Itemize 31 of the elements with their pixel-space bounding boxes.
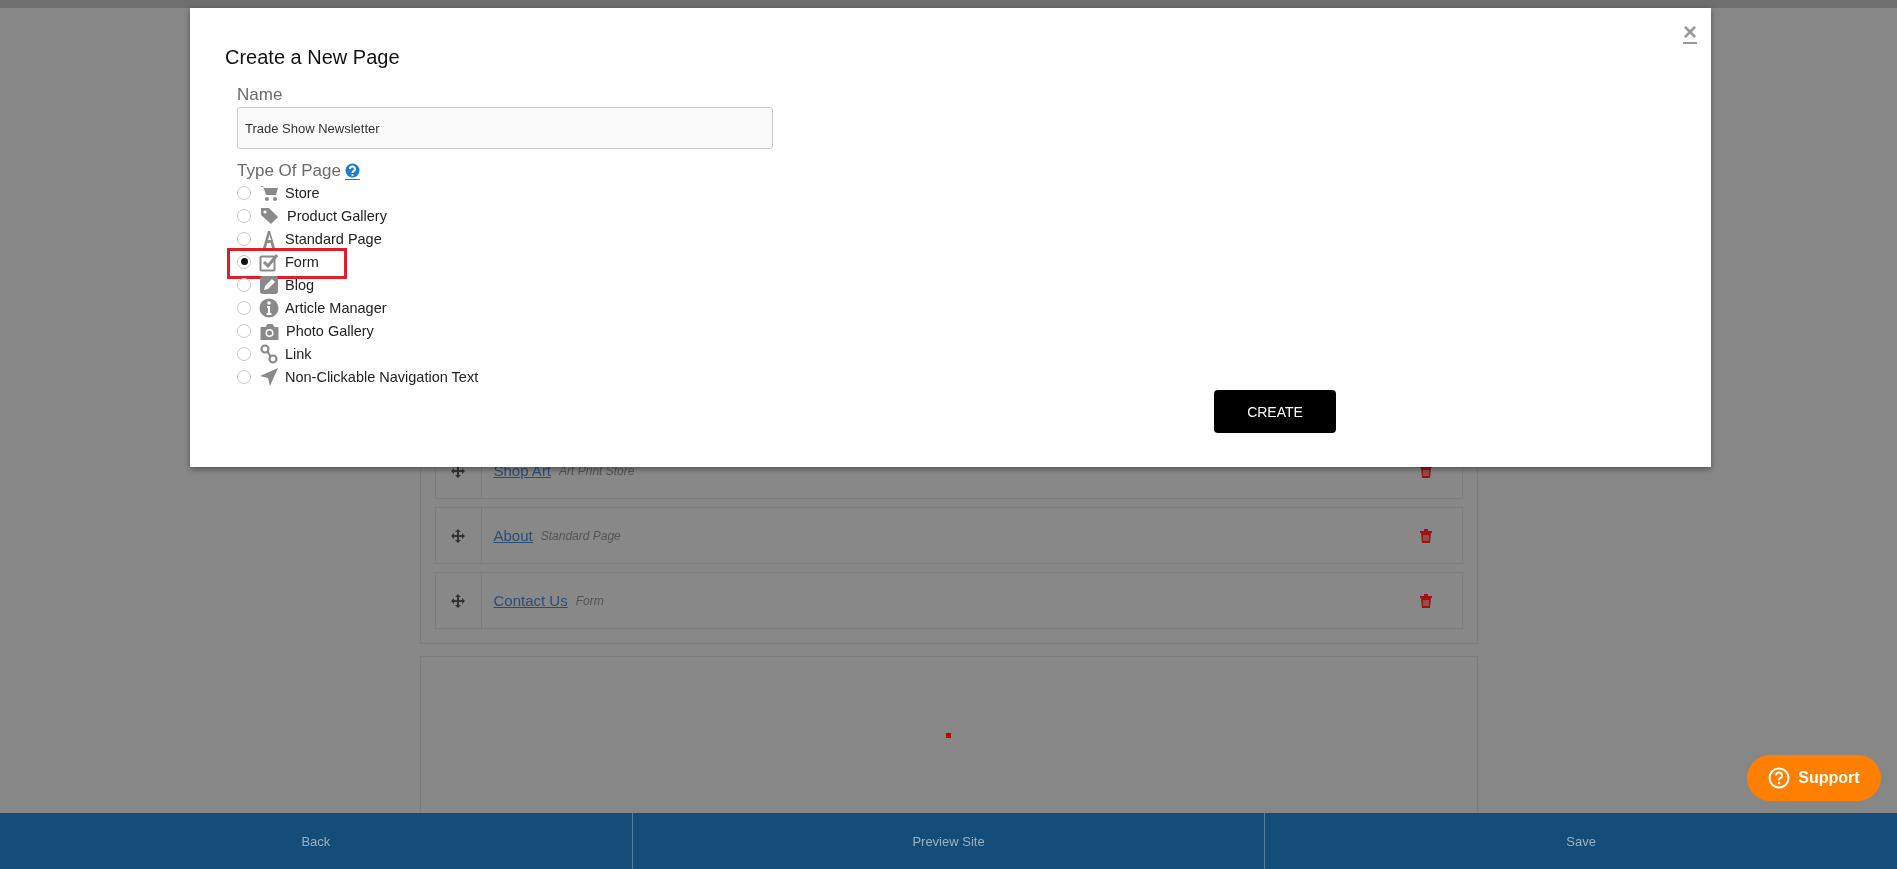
footer-button[interactable]: Save <box>1265 813 1897 869</box>
link-icon <box>259 343 279 364</box>
option-label: Standard Page <box>285 230 382 247</box>
option-label: Product Gallery <box>287 207 387 224</box>
close-button[interactable]: × <box>1683 18 1697 46</box>
page-link[interactable]: Contact Us <box>493 592 568 609</box>
option-label: Link <box>285 345 312 362</box>
option-label: Form <box>285 253 319 270</box>
move-icon <box>451 593 465 608</box>
page-link[interactable]: About <box>493 527 533 544</box>
dialog-title: Create a New Page <box>225 46 401 69</box>
pencil-icon <box>259 274 279 295</box>
footer-button[interactable]: Preview Site <box>632 813 1266 869</box>
move-icon <box>451 528 465 543</box>
support-button[interactable]: Support <box>1747 755 1881 801</box>
field-label: Name <box>237 85 283 105</box>
info-icon <box>259 297 279 318</box>
option-label: Article Manager <box>285 299 387 316</box>
name-field[interactable]: Trade Show Newsletter <box>237 107 773 149</box>
create-button[interactable]: CREATE <box>1214 390 1336 433</box>
tag-icon <box>259 205 281 226</box>
option-label: Blog <box>285 276 315 293</box>
option-label: Non-Clickable Navigation Text <box>285 368 479 385</box>
navigation-arrow-icon <box>259 366 279 387</box>
option-label: Store <box>285 184 320 201</box>
help-icon <box>1768 767 1791 789</box>
help-icon[interactable] <box>344 162 360 180</box>
footer-button[interactable]: Back <box>0 813 633 869</box>
option-label: Photo Gallery <box>286 322 374 339</box>
checkbox-icon <box>259 251 279 272</box>
field-label: Type Of Page <box>237 161 341 181</box>
